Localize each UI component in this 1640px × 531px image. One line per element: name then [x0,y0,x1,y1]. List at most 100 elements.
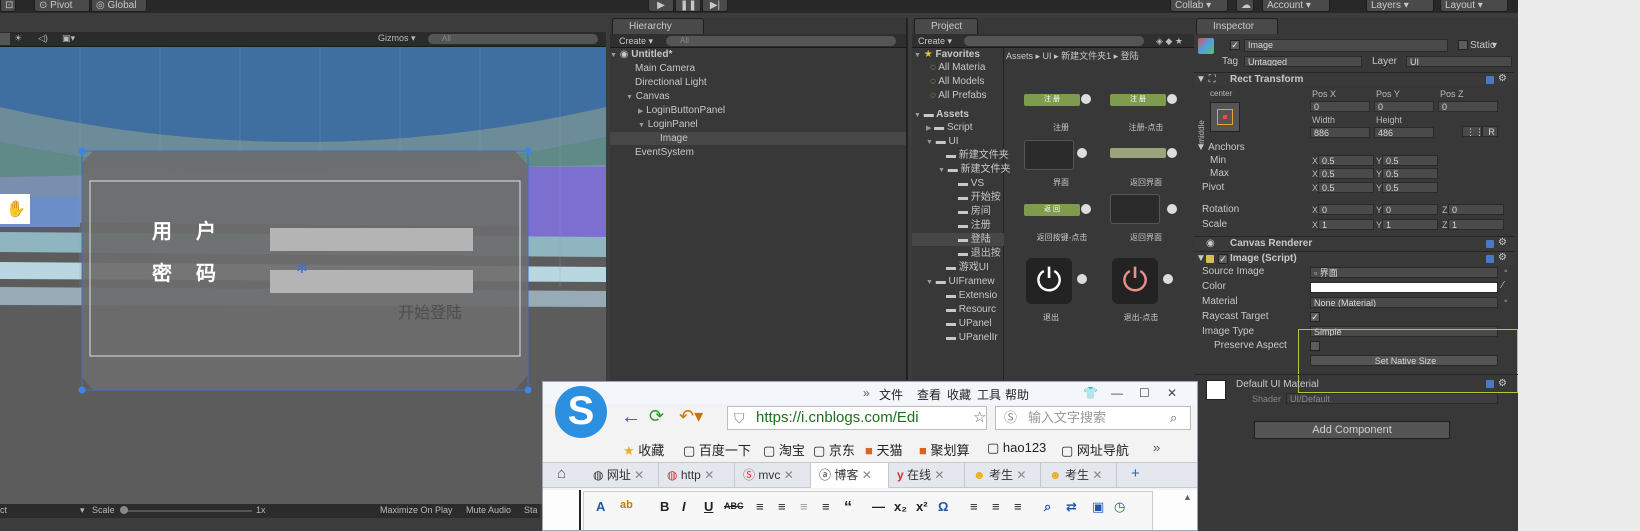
play-icon[interactable] [1167,204,1177,214]
pause-button[interactable]: ❚❚ [675,0,701,12]
asset-thumb[interactable]: 返 回 [1024,204,1080,216]
image-enabled-checkbox[interactable]: ✓ [1218,254,1228,264]
gear-icon[interactable]: ⚙ [1498,73,1507,85]
raw-edit-button[interactable]: R [1482,126,1498,137]
horizontal-rule-button[interactable]: — [872,499,885,514]
canvas-renderer-header[interactable]: ◉ Canvas Renderer ⚙ [1194,236,1514,250]
width-field[interactable]: 886 [1310,127,1370,138]
image-script-header[interactable]: ▼ ✓ Image (Script) ⚙ [1194,251,1514,265]
skin-icon[interactable]: 👕 [1083,386,1098,400]
anchor-max-y-field[interactable]: 0.5 [1382,168,1438,179]
fav-item[interactable]: ▢ 网址导航 [1061,440,1129,459]
anchor-preset-button[interactable] [1210,102,1240,132]
list-item[interactable]: ▬ 房间 [958,205,991,218]
list-item[interactable]: ▶ ▬ Script [926,121,973,134]
list-item[interactable]: ▬ 开始按 [958,191,1001,204]
menu-favorites[interactable]: 收藏 [947,386,971,403]
asset-thumb[interactable] [1024,140,1074,170]
scale-z-field[interactable]: 1 [1448,219,1504,230]
layer-dropdown[interactable]: UI [1406,56,1512,67]
name-field[interactable]: Image [1244,39,1448,52]
list-item[interactable]: ▼ ▬ 新建文件夹 [938,163,1011,176]
menu-help[interactable]: 帮助 [1005,386,1029,403]
collab-button[interactable]: Collab ▾ [1170,0,1228,12]
play-icon[interactable] [1077,148,1087,158]
search-icon[interactable]: ⌕ [1170,407,1177,429]
tag-dropdown[interactable]: Untagged [1244,56,1362,67]
outdent-button[interactable]: ≡ [800,499,808,514]
fav-item[interactable]: ▢ hao123 [987,440,1046,456]
list-item[interactable]: ▬ 退出按 [958,247,1001,260]
list-item[interactable]: ▬ Extensio [946,289,997,302]
global-button[interactable]: ◎ Global [91,0,147,12]
list-item[interactable]: ▼ LoginPanel [638,118,698,131]
back-icon[interactable]: ← [621,406,641,429]
pos-x-field[interactable]: 0 [1310,101,1370,112]
eyedropper-icon[interactable]: ⁄ [1502,280,1504,292]
list-item[interactable]: ▬ VS [958,177,984,190]
pivot-button[interactable]: ⊙ Pivot [34,0,90,12]
pivot-x-field[interactable]: 0.5 [1318,182,1374,193]
fav-item[interactable]: ▢ 京东 [813,440,855,459]
scroll-up-icon[interactable]: ▲ [1183,492,1192,502]
menu-tools[interactable]: 工具 [977,386,1001,403]
fav-item[interactable]: ■ 聚划算 [919,440,970,459]
list-item[interactable]: ▼ ▬ UI [926,135,959,148]
browser-tab[interactable]: ☻ 考生 ✕ [965,463,1041,488]
list-item[interactable]: EventSystem [635,146,694,159]
bold-button[interactable]: B [660,499,669,514]
help-icon[interactable] [1486,380,1494,388]
search-input[interactable]: Ⓢ 输入文字搜索 ⌕ [995,406,1191,430]
font-color-button[interactable]: A [596,499,605,514]
source-image-field[interactable]: ▫ 界面 [1310,267,1498,278]
menu-view[interactable]: 查看 [917,386,941,403]
list-item[interactable]: ▬ 新建文件夹 [946,149,1009,162]
image-effects-icon[interactable]: ▣▾ [62,33,75,44]
play-icon[interactable] [1077,274,1087,284]
superscript-button[interactable]: x² [916,499,928,514]
time-icon[interactable]: ◷ [1114,499,1125,515]
pos-z-field[interactable]: 0 [1438,101,1498,112]
list-item-selected[interactable]: Image [610,132,906,145]
fav-item[interactable]: ★ 收藏 [623,440,664,459]
maximize-icon[interactable]: ☐ [1139,386,1150,400]
rotation-x-field[interactable]: 0 [1318,204,1374,215]
list-item[interactable]: ▬ 游戏UI [946,261,989,274]
align-left-button[interactable]: ≡ [970,499,978,514]
audio-icon[interactable]: ◁) [38,33,48,44]
undo-icon[interactable]: ↶▾ [679,406,703,427]
anchor-max-x-field[interactable]: 0.5 [1318,168,1374,179]
scene-search-input[interactable]: All [428,34,598,44]
rotation-z-field[interactable]: 0 [1448,204,1504,215]
anchor-min-x-field[interactable]: 0.5 [1318,155,1374,166]
account-dropdown[interactable]: Account ▾ [1262,0,1330,12]
blockquote-button[interactable]: “ [844,499,852,517]
play-icon[interactable] [1163,274,1173,284]
power-icon[interactable]: ⏻ [1026,258,1072,304]
list-item[interactable]: Main Camera [635,62,695,75]
fav-item[interactable]: ■ 天猫 [865,440,903,459]
rotation-y-field[interactable]: 0 [1382,204,1438,215]
help-icon[interactable] [1486,76,1494,84]
list-item[interactable]: ▬ UPanel [946,317,992,330]
display-dropdown[interactable]: ct [0,505,7,515]
scale-y-field[interactable]: 1 [1382,219,1438,230]
list-item[interactable]: ▶ LoginButtonPanel [638,104,725,117]
object-picker-icon[interactable]: ◦ [1504,296,1508,308]
scale-slider-thumb[interactable] [120,506,128,514]
gear-icon[interactable]: ⚙ [1498,252,1507,264]
play-icon[interactable] [1167,94,1177,104]
special-char-button[interactable]: Ω [938,499,948,514]
project-create-dropdown[interactable]: Create ▾ [918,36,952,47]
list-item[interactable]: ▼ Canvas [626,90,670,103]
scene-root[interactable]: ▼ ◉ Untitled* [610,48,906,61]
underline-button[interactable]: U [704,499,713,514]
fav-item[interactable]: ▢ 淘宝 [763,440,805,459]
help-icon[interactable] [1486,255,1494,263]
align-right-button[interactable]: ≡ [1014,499,1022,514]
list-item[interactable]: ▬ Resourc [946,303,996,316]
insert-image-icon[interactable]: ▣ [1092,499,1104,515]
cloud-icon[interactable]: ☁ [1236,0,1254,12]
numbered-list-button[interactable]: ≡ [778,499,786,514]
fav-more-icon[interactable]: » [1153,440,1160,455]
